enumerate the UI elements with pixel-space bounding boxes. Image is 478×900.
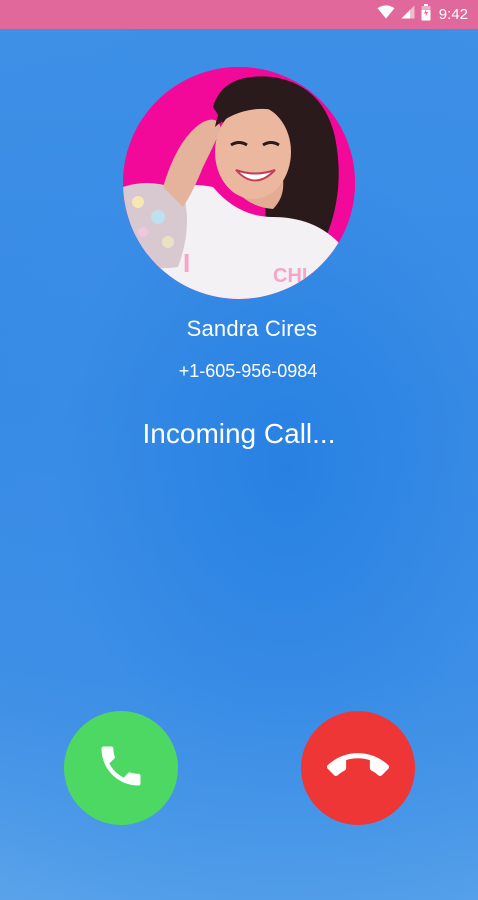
- caller-name: Sandra Cires: [186, 316, 318, 341]
- phone-icon: [95, 740, 147, 797]
- status-time: 9:42: [438, 6, 468, 23]
- battery-icon: [421, 3, 431, 26]
- svg-text:I: I: [183, 248, 190, 278]
- accept-call-button[interactable]: [64, 711, 178, 825]
- caller-avatar: I CHI: [123, 67, 355, 299]
- status-bar: 9:42: [0, 0, 478, 29]
- status-icons: 9:42: [377, 0, 468, 29]
- signal-icon: [401, 5, 415, 24]
- decline-call-button[interactable]: [301, 711, 415, 825]
- wifi-icon: [377, 5, 395, 24]
- caller-number: +1-605-956-0984: [178, 361, 318, 381]
- call-status-text: Incoming Call...: [142, 418, 336, 449]
- incoming-call-screen: 9:42 I CHI Sandra Cires +1-605-956-0984 …: [0, 0, 478, 900]
- svg-text:CHI: CHI: [273, 265, 307, 287]
- hang-up-icon: [327, 735, 389, 802]
